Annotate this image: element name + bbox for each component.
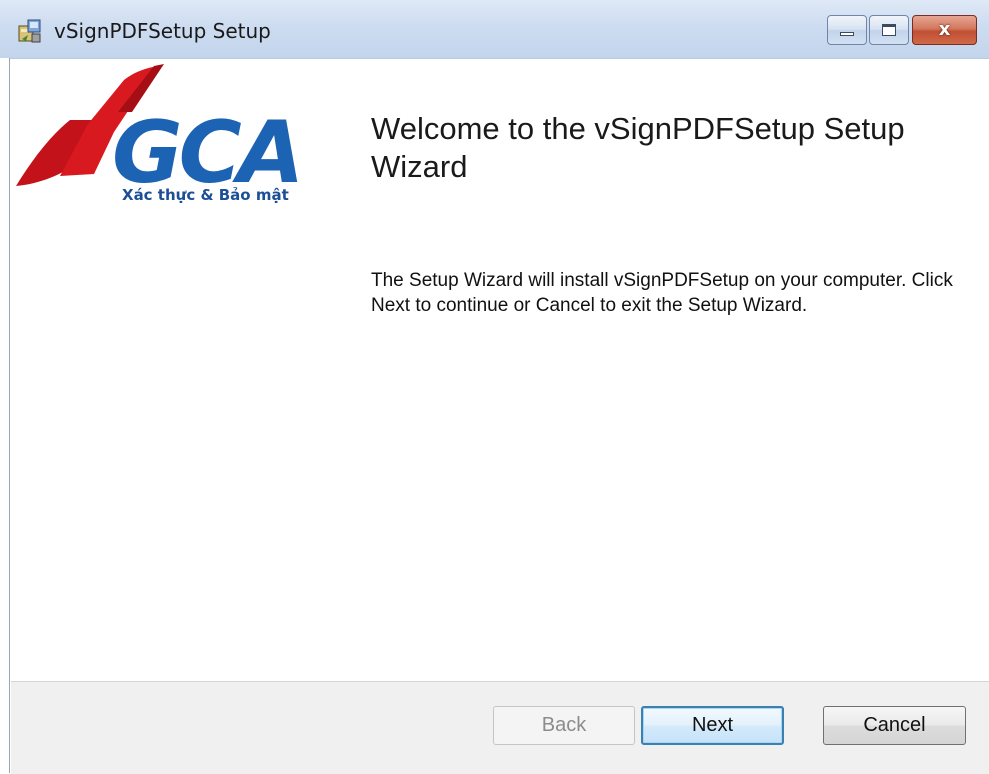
close-button[interactable]: x <box>912 15 977 45</box>
window-frame-left <box>0 58 10 773</box>
welcome-heading: Welcome to the vSignPDFSetup Setup Wizar… <box>371 111 905 184</box>
back-button[interactable]: Back <box>493 706 635 745</box>
welcome-description: The Setup Wizard will install vSignPDFSe… <box>371 270 953 316</box>
minimize-button[interactable] <box>827 15 867 45</box>
next-button[interactable]: Next <box>641 706 784 745</box>
installer-icon <box>18 19 41 43</box>
vgca-logo: GCA Xác thực & Bảo mật <box>16 64 304 204</box>
close-icon: x <box>938 19 951 40</box>
setup-wizard-window: vSignPDFSetup Setup x GCA Xác thực & Bảo… <box>0 0 989 774</box>
minimize-icon <box>840 32 854 36</box>
maximize-button[interactable] <box>869 15 909 45</box>
window-title: vSignPDFSetup Setup <box>54 19 271 43</box>
maximize-icon <box>882 24 896 36</box>
svg-text:Xác thực & Bảo mật: Xác thực & Bảo mật <box>122 186 289 204</box>
cancel-button[interactable]: Cancel <box>823 706 966 745</box>
title-bar[interactable]: vSignPDFSetup Setup x <box>0 0 989 59</box>
